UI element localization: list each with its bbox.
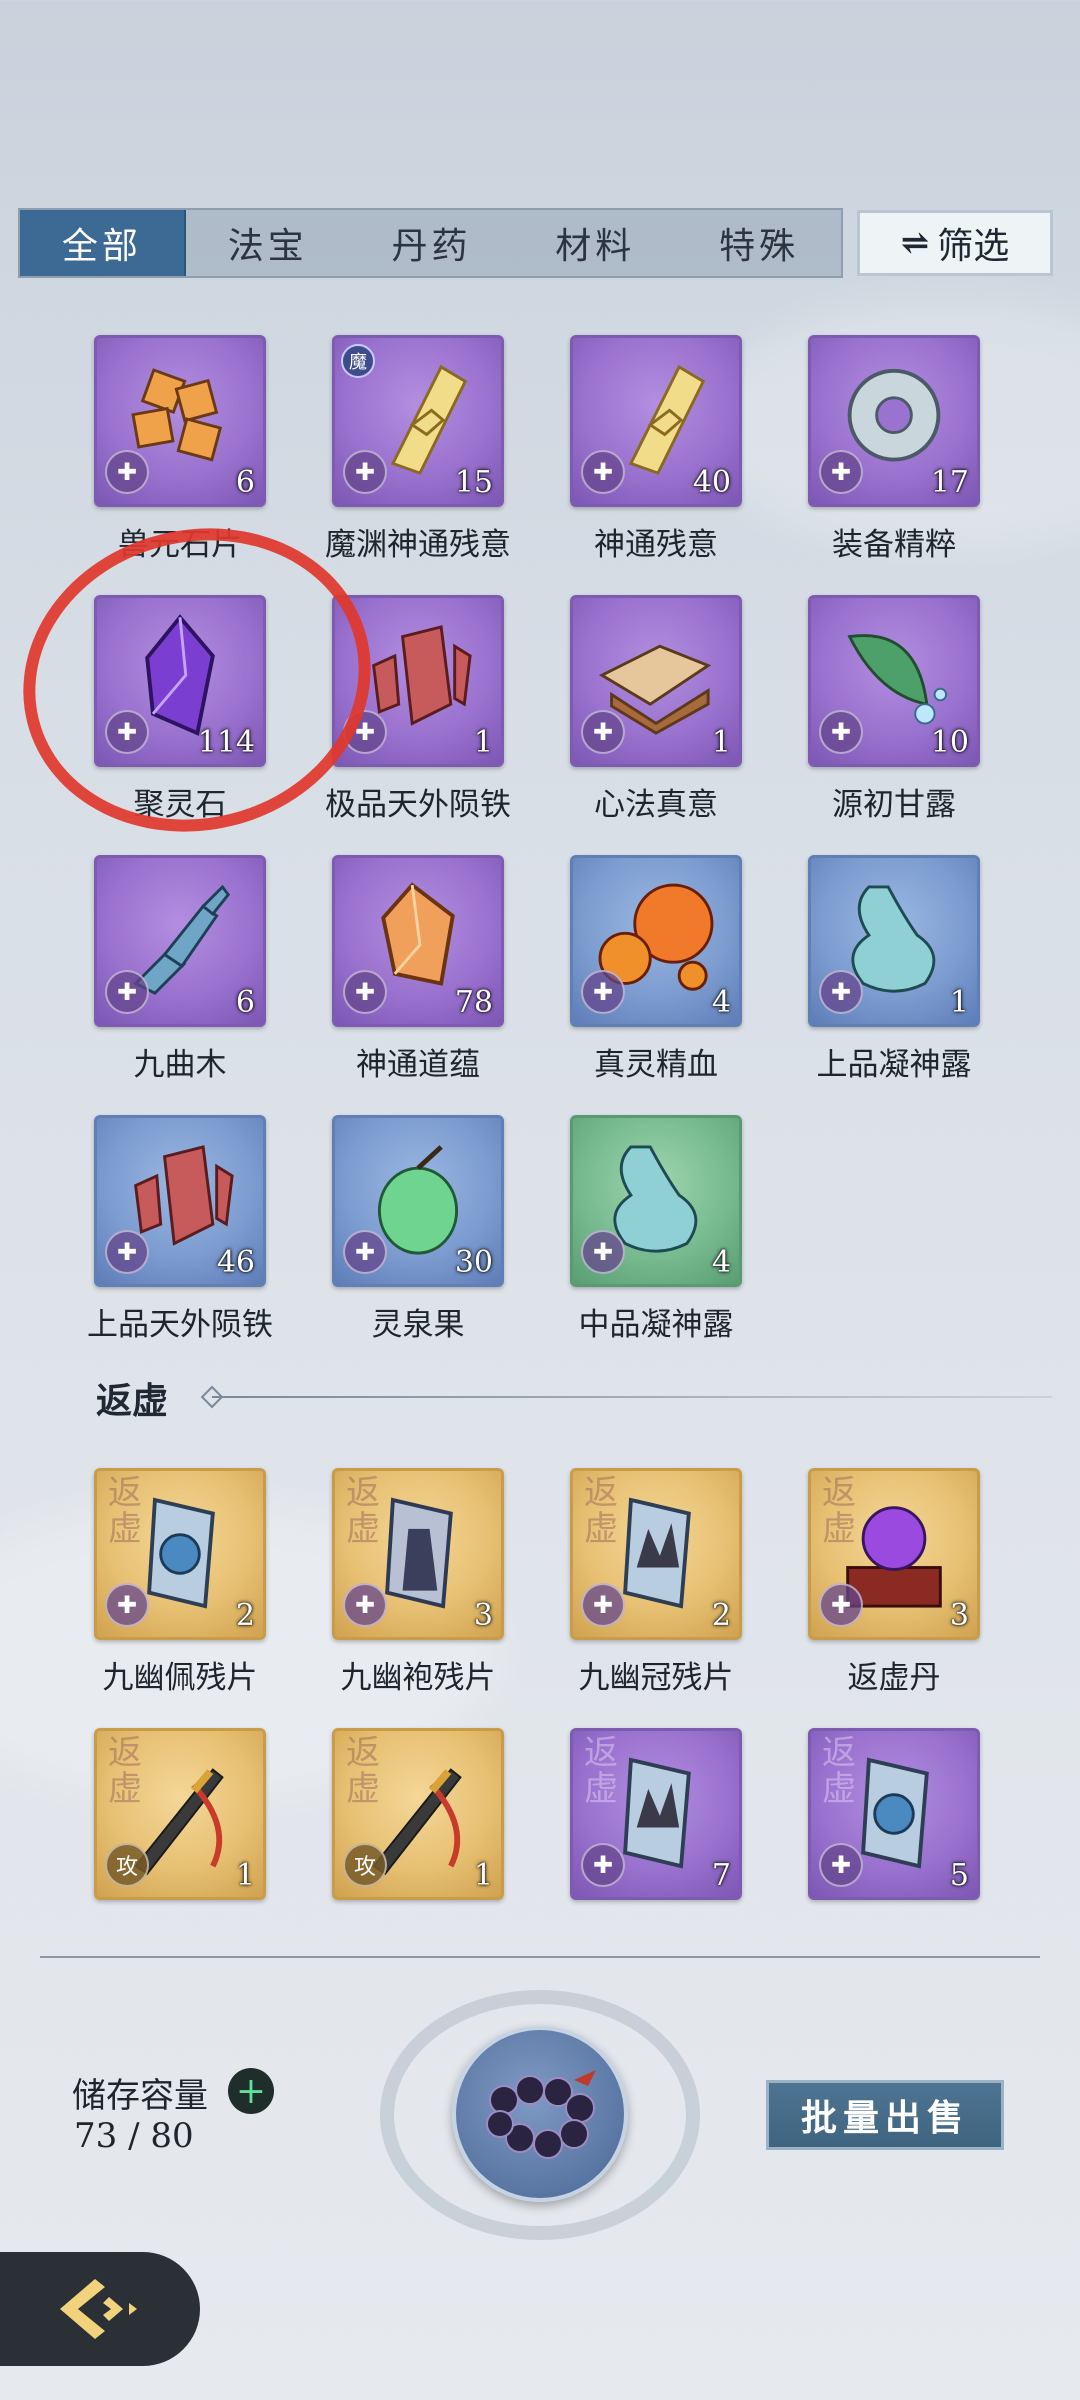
back-button[interactable] xyxy=(0,2252,200,2366)
puzzle-piece-icon: ✚ xyxy=(581,1843,625,1887)
item-name: 九幽袍残片 xyxy=(340,1660,496,1696)
section-tile-7[interactable]: 返虚 ✚ 5 xyxy=(808,1728,980,1900)
bead-bracelet-icon xyxy=(486,2070,596,2159)
item-quantity: 3 xyxy=(949,1598,969,1633)
puzzle-piece-icon: ✚ xyxy=(819,1583,863,1627)
section-item-3[interactable]: 返虚 ✚ 3 返虚丹 xyxy=(808,1468,980,1697)
section-tile-1[interactable]: 返虚 ✚ 3 xyxy=(332,1468,504,1640)
section-item-0[interactable]: 返虚 ✚ 2 九幽佩残片 xyxy=(94,1468,266,1697)
tier-stamp: 返虚 xyxy=(822,1473,856,1549)
section-tile-3[interactable]: 返虚 ✚ 3 xyxy=(808,1468,980,1640)
attack-badge: 攻 xyxy=(343,1843,387,1887)
puzzle-piece-icon: ✚ xyxy=(105,1583,149,1627)
section-item-6[interactable]: 返虚 ✚ 7 xyxy=(570,1728,742,1900)
item-name: 返虚丹 xyxy=(847,1660,941,1696)
section-item-grid: 返虚 ✚ 2 九幽佩残片返虚 ✚ 3 九幽袍残片返虚 ✚ 2 九幽冠残片返虚 ✚ 3 返虚丹返虚攻 1 返虚… xyxy=(0,0,1080,1922)
item-name: 九幽佩残片 xyxy=(102,1660,258,1696)
item-quantity: 7 xyxy=(711,1858,731,1893)
section-item-7[interactable]: 返虚 ✚ 5 xyxy=(808,1728,980,1900)
item-name: 九幽冠残片 xyxy=(578,1660,734,1696)
puzzle-piece-icon: ✚ xyxy=(819,1843,863,1887)
section-tile-4[interactable]: 返虚攻 1 xyxy=(94,1728,266,1900)
section-item-2[interactable]: 返虚 ✚ 2 九幽冠残片 xyxy=(570,1468,742,1697)
section-item-5[interactable]: 返虚攻 1 xyxy=(332,1728,504,1900)
tier-stamp: 返虚 xyxy=(584,1473,618,1549)
section-item-1[interactable]: 返虚 ✚ 3 九幽袍残片 xyxy=(332,1468,504,1697)
tier-stamp: 返虚 xyxy=(108,1733,142,1809)
section-tile-2[interactable]: 返虚 ✚ 2 xyxy=(570,1468,742,1640)
bottom-divider xyxy=(40,1956,1040,1958)
section-tile-0[interactable]: 返虚 ✚ 2 xyxy=(94,1468,266,1640)
item-quantity: 2 xyxy=(235,1598,255,1633)
puzzle-piece-icon: ✚ xyxy=(581,1583,625,1627)
section-item-4[interactable]: 返虚攻 1 xyxy=(94,1728,266,1900)
section-tile-5[interactable]: 返虚攻 1 xyxy=(332,1728,504,1900)
item-quantity: 1 xyxy=(235,1858,255,1893)
attack-badge: 攻 xyxy=(105,1843,149,1887)
storage-value: 73 / 80 xyxy=(74,2116,194,2156)
item-quantity: 2 xyxy=(711,1598,731,1633)
bead-bracelet-button[interactable] xyxy=(452,2026,628,2202)
expand-storage-button[interactable]: + xyxy=(228,2068,274,2114)
tier-stamp: 返虚 xyxy=(822,1733,856,1809)
bulk-sell-button[interactable]: 批量出售 xyxy=(766,2080,1004,2150)
storage-label: 储存容量 xyxy=(72,2076,208,2116)
tier-stamp: 返虚 xyxy=(346,1733,380,1809)
tier-stamp: 返虚 xyxy=(108,1473,142,1549)
puzzle-piece-icon: ✚ xyxy=(343,1583,387,1627)
section-tile-6[interactable]: 返虚 ✚ 7 xyxy=(570,1728,742,1900)
tier-stamp: 返虚 xyxy=(584,1733,618,1809)
item-quantity: 1 xyxy=(473,1858,493,1893)
item-quantity: 3 xyxy=(473,1598,493,1633)
tier-stamp: 返虚 xyxy=(346,1473,380,1549)
back-arrow-icon xyxy=(60,2279,137,2339)
item-quantity: 5 xyxy=(949,1858,969,1893)
